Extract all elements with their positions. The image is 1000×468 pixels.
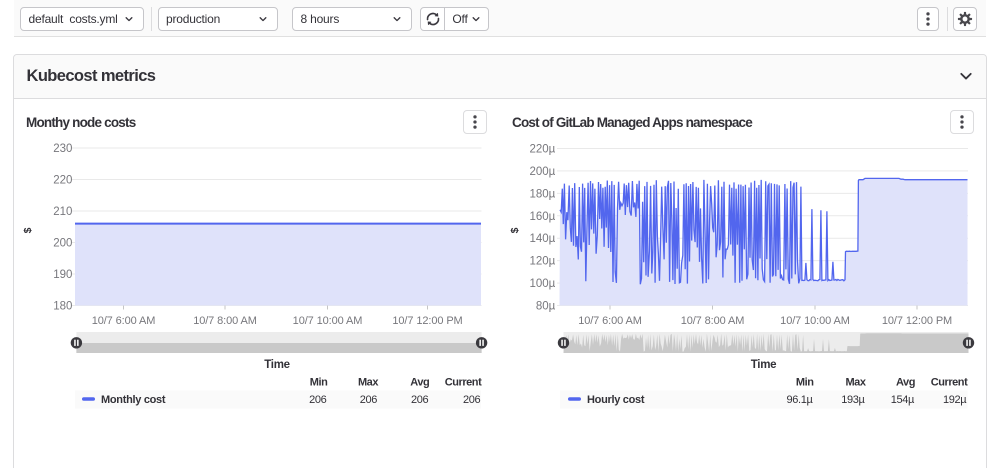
svg-text:100µ: 100µ bbox=[529, 278, 555, 290]
svg-text:10/7 8:00 AM: 10/7 8:00 AM bbox=[681, 315, 745, 327]
svg-text:10/7 10:00 AM: 10/7 10:00 AM bbox=[780, 315, 850, 327]
svg-text:$: $ bbox=[509, 227, 521, 233]
svg-text:Avg: Avg bbox=[410, 376, 429, 388]
svg-text:180µ: 180µ bbox=[529, 188, 555, 200]
svg-text:200: 200 bbox=[53, 238, 72, 250]
svg-text:206: 206 bbox=[411, 394, 429, 406]
svg-text:220: 220 bbox=[53, 175, 72, 187]
svg-text:206: 206 bbox=[360, 394, 378, 406]
svg-text:192µ: 192µ bbox=[943, 394, 967, 406]
svg-text:230: 230 bbox=[53, 143, 72, 155]
svg-text:Max: Max bbox=[845, 376, 866, 388]
svg-text:Time: Time bbox=[264, 359, 289, 371]
svg-text:10/7 12:00 PM: 10/7 12:00 PM bbox=[392, 315, 462, 327]
svg-text:Time: Time bbox=[751, 359, 776, 371]
svg-text:Max: Max bbox=[358, 376, 379, 388]
svg-text:180: 180 bbox=[53, 301, 72, 313]
svg-text:Min: Min bbox=[310, 376, 328, 388]
svg-text:160µ: 160µ bbox=[529, 211, 555, 223]
svg-text:$: $ bbox=[22, 227, 34, 233]
svg-text:Current: Current bbox=[445, 376, 482, 388]
svg-text:10/7 10:00 AM: 10/7 10:00 AM bbox=[293, 315, 363, 327]
svg-text:Current: Current bbox=[931, 376, 968, 388]
svg-text:Avg: Avg bbox=[896, 376, 915, 388]
svg-text:193µ: 193µ bbox=[841, 394, 865, 406]
svg-text:120µ: 120µ bbox=[529, 256, 555, 268]
svg-text:210: 210 bbox=[53, 206, 72, 218]
svg-text:96.1µ: 96.1µ bbox=[787, 394, 814, 406]
svg-text:10/7 8:00 AM: 10/7 8:00 AM bbox=[193, 315, 257, 327]
svg-text:200µ: 200µ bbox=[529, 166, 555, 178]
svg-text:10/7 6:00 AM: 10/7 6:00 AM bbox=[578, 315, 642, 327]
svg-text:206: 206 bbox=[463, 394, 481, 406]
svg-text:190: 190 bbox=[53, 269, 72, 281]
svg-text:80µ: 80µ bbox=[536, 301, 556, 313]
svg-text:140µ: 140µ bbox=[529, 233, 555, 245]
svg-text:10/7 12:00 PM: 10/7 12:00 PM bbox=[882, 315, 952, 327]
svg-text:Min: Min bbox=[796, 376, 814, 388]
svg-text:10/7 6:00 AM: 10/7 6:00 AM bbox=[92, 315, 156, 327]
svg-text:Hourly cost: Hourly cost bbox=[587, 394, 645, 406]
svg-text:154µ: 154µ bbox=[891, 394, 915, 406]
svg-text:220µ: 220µ bbox=[529, 144, 555, 156]
svg-text:206: 206 bbox=[309, 394, 327, 406]
svg-text:Monthly cost: Monthly cost bbox=[101, 394, 166, 406]
